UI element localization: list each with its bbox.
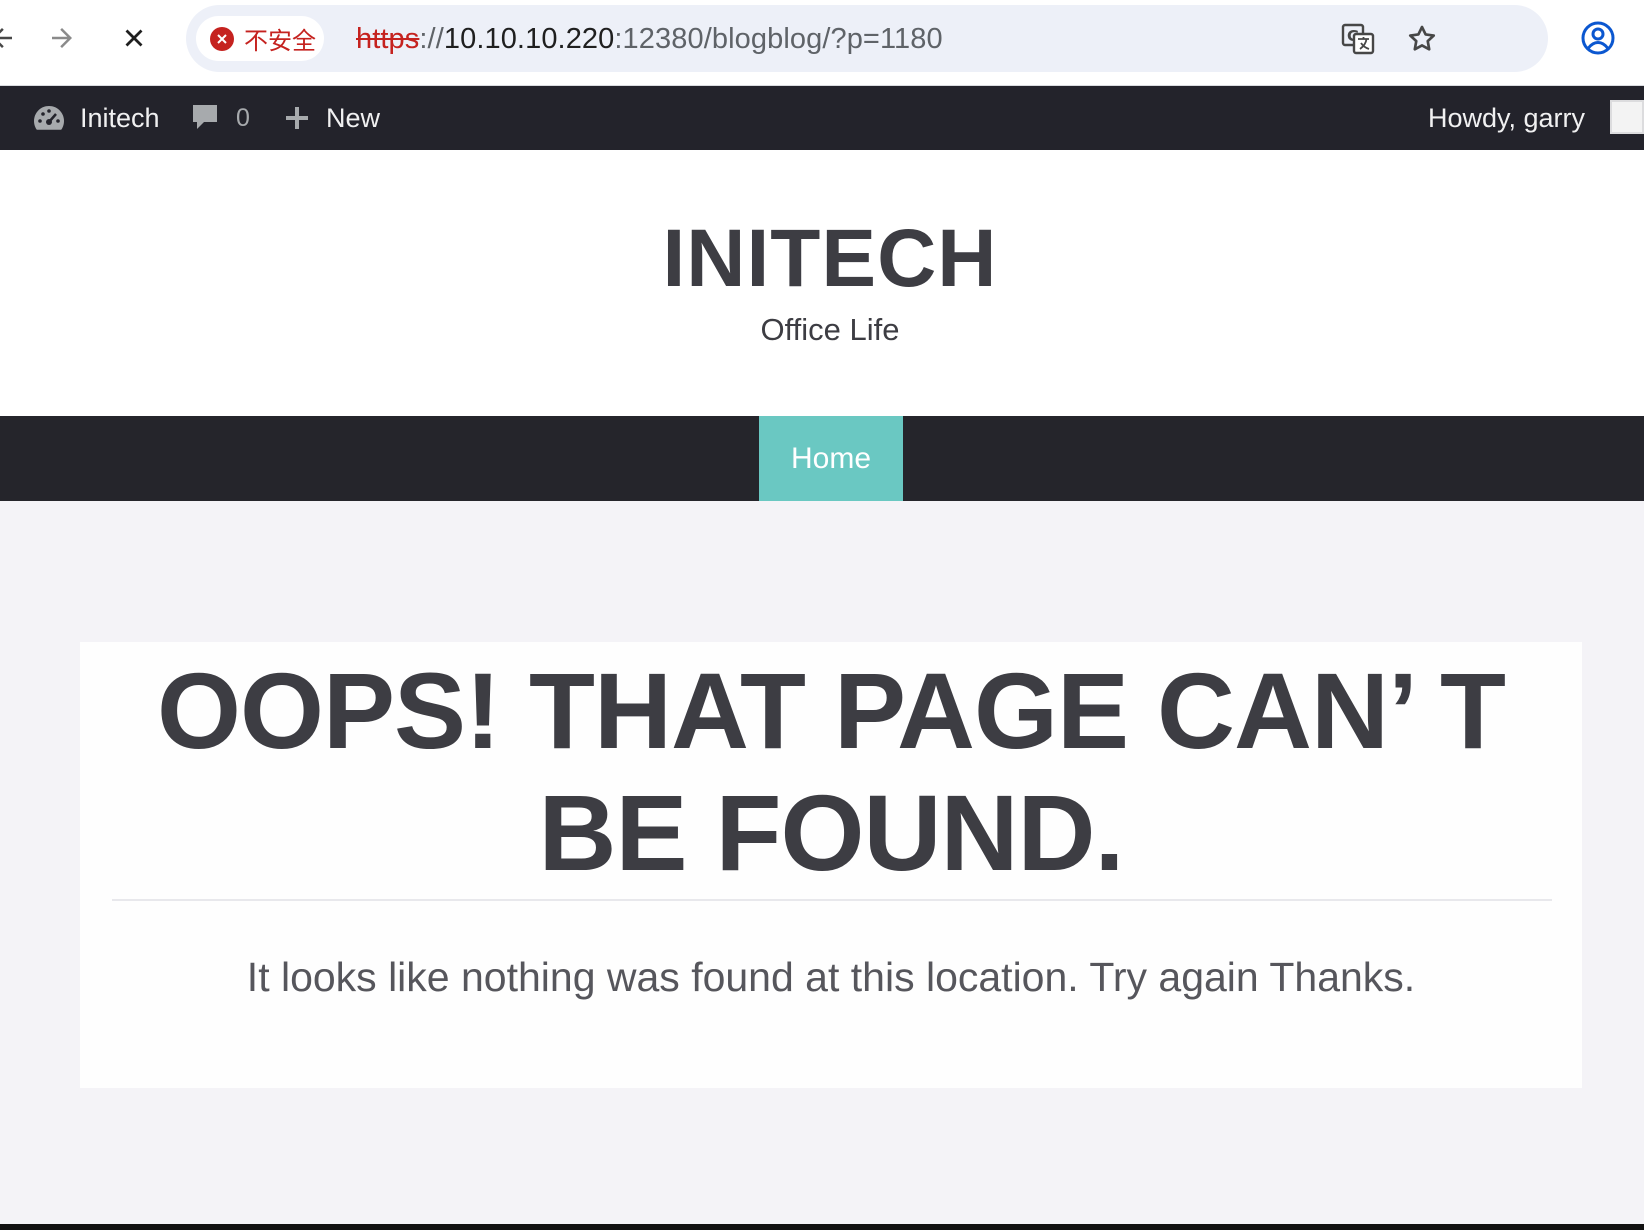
not-secure-icon: [210, 26, 234, 51]
back-icon: [0, 28, 12, 48]
forward-icon: [52, 28, 72, 48]
primary-navigation: Home: [0, 416, 1644, 501]
nav-item-home[interactable]: Home: [759, 416, 903, 501]
url-separator: ://: [419, 23, 444, 55]
translate-icon: G: [1341, 23, 1375, 55]
new-label: New: [326, 102, 381, 133]
translate-button[interactable]: G: [1338, 19, 1378, 59]
admin-bar-site-name[interactable]: Initech: [32, 86, 160, 150]
bookmark-star-icon: [1408, 25, 1436, 51]
address-bar[interactable]: 不安全 https://10.10.10.220:12380/blogblog/…: [186, 5, 1548, 72]
site-title[interactable]: INITECH: [0, 212, 1644, 306]
window-bottom-edge: [0, 1224, 1644, 1230]
page-title: OOPS! THAT PAGE CAN’ T BE FOUND.: [156, 650, 1506, 893]
url-port: :12380: [614, 23, 704, 55]
admin-bar-my-account[interactable]: Howdy, garry: [1428, 86, 1585, 150]
url-host: 10.10.10.220: [443, 23, 615, 55]
comments-count: 0: [236, 103, 250, 132]
site-header: INITECH Office Life: [0, 150, 1644, 416]
browser-toolbar: 不安全 https://10.10.10.220:12380/blogblog/…: [0, 0, 1644, 86]
url-scheme: https: [356, 23, 420, 55]
profile-button[interactable]: [1578, 18, 1618, 58]
url-path: /blogblog/?p=1180: [703, 23, 943, 55]
url-text[interactable]: https://10.10.10.220:12380/blogblog/?p=1…: [356, 20, 943, 58]
site-description: Office Life: [760, 312, 900, 347]
avatar[interactable]: [1610, 100, 1644, 134]
stop-loading-button[interactable]: [110, 14, 158, 62]
error-message: It looks like nothing was found at this …: [246, 954, 1416, 1000]
stop-loading-icon: [125, 29, 143, 47]
howdy-greeting: Howdy, garry: [1428, 102, 1586, 133]
wp-admin-bar: Initech 0 New Howdy, garry: [0, 86, 1644, 150]
bookmark-button[interactable]: [1402, 19, 1442, 59]
plus-icon: [284, 105, 310, 131]
divider: [112, 899, 1552, 901]
dashboard-icon: [32, 103, 66, 133]
error-404-card: OOPS! THAT PAGE CAN’ T BE FOUND. It look…: [80, 642, 1582, 1088]
admin-bar-new[interactable]: New: [284, 86, 380, 150]
security-chip[interactable]: 不安全: [196, 16, 324, 61]
admin-bar-comments[interactable]: 0: [190, 86, 250, 150]
back-button[interactable]: [0, 14, 26, 62]
site-name-label: Initech: [80, 102, 160, 133]
profile-icon: [1581, 21, 1615, 55]
security-label: 不安全: [244, 27, 316, 55]
comment-bubble-icon: [190, 102, 220, 134]
forward-button[interactable]: [38, 14, 86, 62]
